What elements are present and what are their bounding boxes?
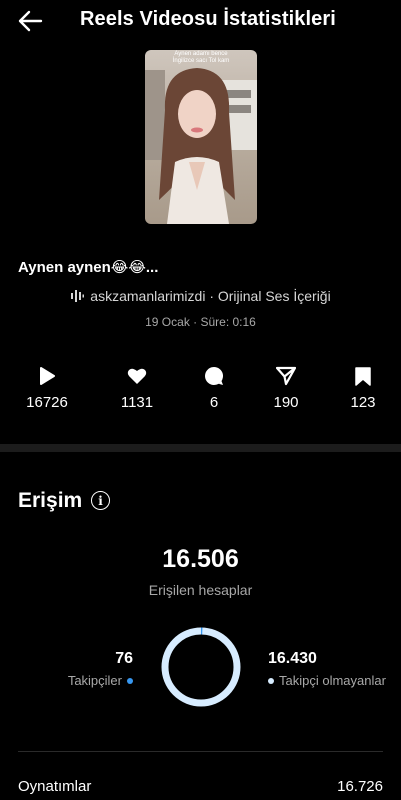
thumbnail-image xyxy=(145,50,257,224)
reach-title: Erişim xyxy=(18,489,83,512)
followers-label: Takipçiler xyxy=(68,673,133,688)
arrow-left-icon xyxy=(18,10,43,32)
info-icon[interactable]: i xyxy=(91,491,110,510)
reach-total-label: Erişilen hesaplar xyxy=(148,582,253,598)
plays-value: 16.726 xyxy=(337,778,383,795)
reel-thumbnail[interactable]: Aynen adamı bence İngilizce sacı Tol kam xyxy=(145,50,257,224)
non-followers-label: Takipçi olmayanlar xyxy=(268,673,386,688)
stat-likes-value: 1131 xyxy=(120,394,154,411)
audio-waveform-icon xyxy=(71,290,85,302)
stat-likes: 1131 xyxy=(102,364,172,411)
reach-donut-chart xyxy=(161,627,241,707)
stat-shares: 190 xyxy=(251,364,321,411)
back-button[interactable] xyxy=(14,6,46,36)
header: Reels Videosu İstatistikleri xyxy=(0,0,401,44)
donut-non-followers-segment xyxy=(161,627,241,707)
stat-plays: 16726 xyxy=(12,364,82,411)
page-title: Reels Videosu İstatistikleri xyxy=(80,8,336,30)
stat-comments: 6 xyxy=(179,364,249,411)
non-followers-value: 16.430 xyxy=(268,650,317,667)
followers-dot xyxy=(127,677,133,684)
comment-icon xyxy=(205,367,224,385)
share-icon xyxy=(276,366,296,386)
stat-shares-value: 190 xyxy=(273,394,299,411)
stat-saves: 123 xyxy=(328,364,398,411)
audio-row[interactable]: askzamanlarimizdi · Orijinal Ses İçeriği xyxy=(0,288,401,304)
play-icon xyxy=(40,367,55,385)
stat-saves-value: 123 xyxy=(350,394,376,411)
reel-meta: 19 Ocak · Süre: 0:16 xyxy=(145,315,256,329)
reel-caption: Aynen aynen😂😂... xyxy=(18,259,159,276)
bookmark-icon xyxy=(355,366,371,386)
plays-label: Oynatımlar xyxy=(18,778,92,795)
thumbnail-overlay-text: Aynen adamı bence İngilizce sacı Tol kam xyxy=(172,51,230,64)
stat-comments-value: 6 xyxy=(209,394,219,411)
engagement-stats: 16726 1131 6 190 123 xyxy=(0,364,401,414)
followers-value: 76 xyxy=(115,650,133,667)
non-followers-dot xyxy=(268,677,274,684)
section-divider xyxy=(0,444,401,452)
audio-text: askzamanlarimizdi · Orijinal Ses İçeriği xyxy=(90,288,331,304)
stat-plays-value: 16726 xyxy=(26,394,68,411)
reach-total: 16.506 xyxy=(162,545,239,573)
row-divider xyxy=(18,751,383,752)
heart-icon xyxy=(127,368,147,384)
